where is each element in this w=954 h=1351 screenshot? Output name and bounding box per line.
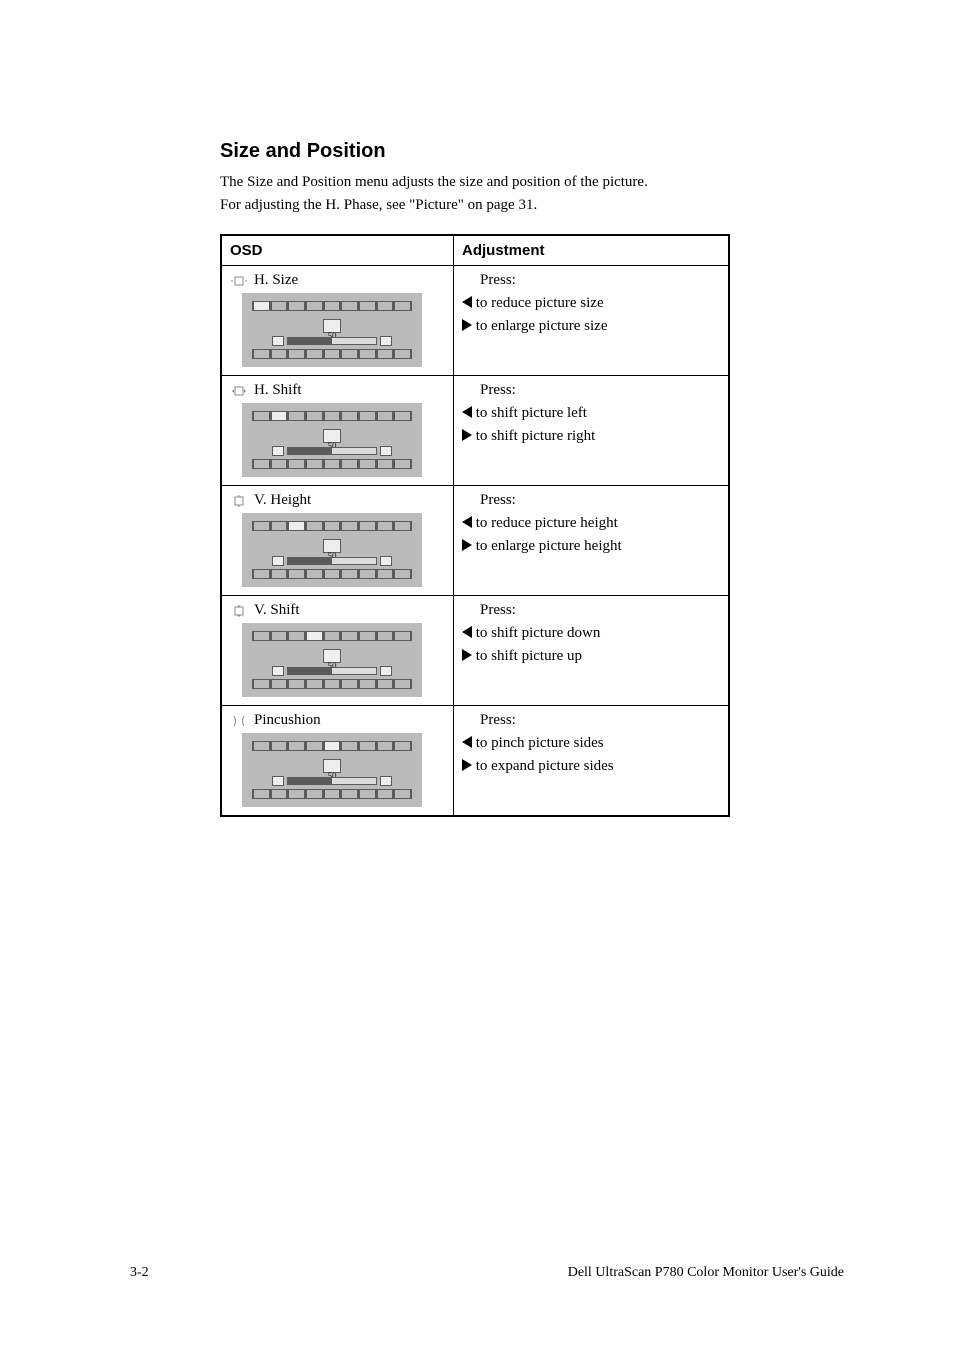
- left-action: to reduce picture height: [476, 515, 618, 531]
- right-arrow-icon: [462, 319, 472, 331]
- row-title: V. Shift: [254, 602, 300, 619]
- osd-preview: 50: [242, 623, 422, 697]
- right-action: to enlarge picture size: [476, 318, 608, 334]
- page-footer: 3-2 Dell UltraScan P780 Color Monitor Us…: [0, 1265, 954, 1281]
- row-title: Pincushion: [254, 712, 321, 729]
- slider-min-icon: [272, 336, 284, 346]
- table-row: H. Shift 50 Press:: [221, 376, 729, 486]
- osd-bottom-strip: [252, 349, 412, 359]
- intro-line-2b: .: [533, 197, 537, 213]
- col-header-adjustment: Adjustment: [454, 235, 730, 266]
- intro-line-2a: For adjusting the H. Phase, see: [220, 197, 409, 213]
- table-row: Pincushion 50 Press: to pinch picture si…: [221, 706, 729, 817]
- vshift-icon: [230, 604, 248, 618]
- osd-preview: 50: [242, 403, 422, 477]
- left-arrow-icon: [462, 516, 472, 528]
- left-action: to shift picture left: [476, 405, 587, 421]
- osd-preview: 50: [242, 733, 422, 807]
- slider-max-icon: [380, 336, 392, 346]
- left-arrow-icon: [462, 626, 472, 638]
- right-action: to shift picture up: [476, 648, 582, 664]
- intro-line-1: The Size and Position menu adjusts the s…: [220, 174, 648, 190]
- osd-top-strip: [252, 411, 412, 421]
- pincushion-icon: [230, 714, 248, 728]
- left-arrow-icon: [462, 406, 472, 418]
- left-arrow-icon: [462, 736, 472, 748]
- left-action: to reduce picture size: [476, 295, 604, 311]
- table-row: V. Shift 50 Press: to shift picture down: [221, 596, 729, 706]
- osd-top-strip: [252, 301, 412, 311]
- osd-preview: 50: [242, 513, 422, 587]
- table-row: V. Height 50 Press: to reduce picture he…: [221, 486, 729, 596]
- osd-adjustment-table: OSD Adjustment H. Size: [220, 234, 730, 817]
- table-row: H. Size 50: [221, 266, 729, 376]
- left-action: to pinch picture sides: [476, 735, 604, 751]
- footer-page-number: 3-2: [130, 1265, 149, 1281]
- right-action: to expand picture sides: [476, 758, 614, 774]
- vheight-icon: [230, 494, 248, 508]
- osd-slider: [272, 337, 392, 345]
- intro-paragraph: The Size and Position menu adjusts the s…: [220, 171, 854, 216]
- right-arrow-icon: [462, 429, 472, 441]
- col-header-osd: OSD: [221, 235, 454, 266]
- left-arrow-icon: [462, 296, 472, 308]
- intro-crossref-link[interactable]: "Picture" on page 31: [409, 197, 533, 213]
- row-title: H. Size: [254, 272, 298, 289]
- row-title: V. Height: [254, 492, 311, 509]
- manual-page: Size and Position The Size and Position …: [0, 0, 954, 1351]
- right-arrow-icon: [462, 759, 472, 771]
- right-action: to enlarge picture height: [476, 538, 622, 554]
- row-title: H. Shift: [254, 382, 302, 399]
- page-title: Size and Position: [220, 140, 854, 163]
- left-action: to shift picture down: [476, 625, 601, 641]
- right-arrow-icon: [462, 649, 472, 661]
- right-arrow-icon: [462, 539, 472, 551]
- hsize-icon: [230, 274, 248, 288]
- hshift-icon: [230, 384, 248, 398]
- osd-preview: 50: [242, 293, 422, 367]
- right-action: to shift picture right: [476, 428, 596, 444]
- footer-doc-title: Dell UltraScan P780 Color Monitor User's…: [568, 1265, 844, 1281]
